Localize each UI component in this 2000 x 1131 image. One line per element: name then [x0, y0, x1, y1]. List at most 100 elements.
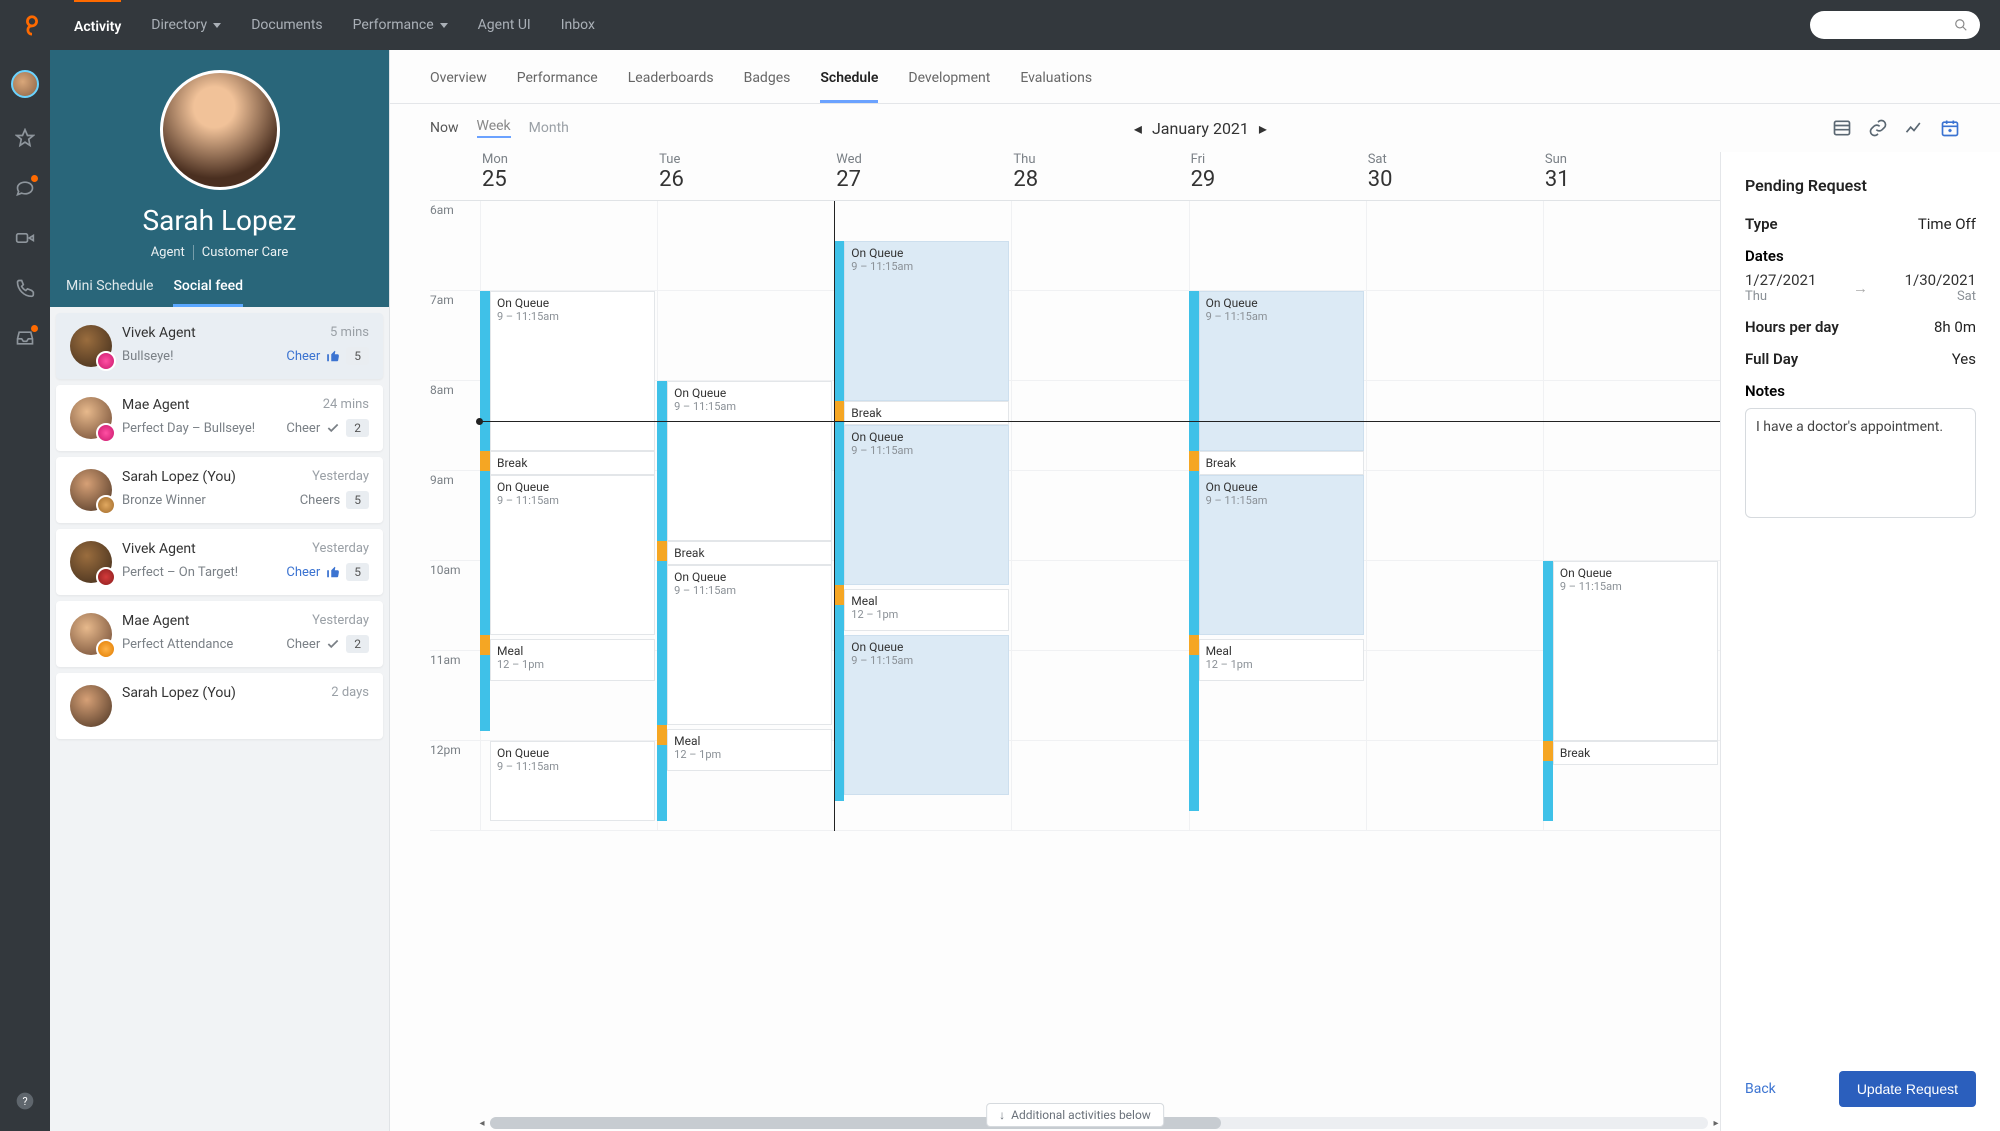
cheer-button[interactable]: Cheer: [286, 421, 320, 436]
cheer-count: 2: [346, 419, 369, 437]
calendar-add-icon[interactable]: [1940, 118, 1960, 138]
now-indicator: [480, 421, 1720, 422]
view-month[interactable]: Month: [529, 120, 569, 136]
profile-sidebar: Sarah Lopez AgentCustomer Care Mini Sche…: [50, 50, 390, 1131]
event-on-queue[interactable]: On Queue9 – 11:15am: [490, 291, 655, 451]
feed-time: 5 mins: [330, 325, 369, 341]
feed-item[interactable]: Sarah Lopez (You)2 days: [56, 673, 383, 739]
cheer-button[interactable]: Cheer: [286, 637, 320, 652]
calendar-scroll[interactable]: 6am7am8am9am10am11am12pm On Queue9 – 11:…: [430, 201, 1720, 1131]
cheer-button[interactable]: Cheer: [286, 565, 320, 580]
event-marker: [657, 725, 667, 745]
next-month-icon[interactable]: ▸: [1259, 119, 1267, 138]
left-rail: ?: [0, 50, 50, 1131]
event-on-queue[interactable]: On Queue9 – 11:15am: [490, 741, 655, 821]
event-on-queue[interactable]: On Queue9 – 11:15am: [667, 565, 832, 725]
feed-name: Mae Agent: [122, 397, 189, 413]
day-header: Fri29: [1189, 152, 1366, 192]
event-break[interactable]: Break: [667, 541, 832, 565]
nav-directory[interactable]: Directory: [151, 17, 221, 33]
event-marker: [480, 635, 490, 655]
cheer-button[interactable]: Cheers: [300, 493, 341, 508]
additional-activities[interactable]: ↓Additional activities below: [986, 1103, 1164, 1127]
update-request-button[interactable]: Update Request: [1839, 1071, 1976, 1107]
tab-leaderboards[interactable]: Leaderboards: [628, 70, 714, 103]
tab-development[interactable]: Development: [908, 70, 990, 103]
link-icon[interactable]: [1868, 118, 1888, 138]
feed-time: Yesterday: [312, 613, 369, 629]
achievement-badge: [96, 423, 116, 443]
feed-name: Vivek Agent: [122, 325, 196, 341]
now-button[interactable]: Now: [430, 120, 459, 136]
tab-performance[interactable]: Performance: [517, 70, 598, 103]
event-break[interactable]: Break: [490, 451, 655, 475]
help-icon[interactable]: ?: [15, 1091, 35, 1111]
event-marker: [1543, 741, 1553, 761]
trend-icon[interactable]: [1904, 118, 1924, 138]
subtab-social-feed[interactable]: Social feed: [173, 278, 243, 307]
nav-inbox[interactable]: Inbox: [561, 17, 595, 33]
social-feed[interactable]: Vivek Agent5 mins Bullseye! Cheer5 Mae A…: [50, 307, 389, 1131]
event-on-queue[interactable]: On Queue9 – 11:15am: [1199, 291, 1364, 451]
star-icon[interactable]: [15, 128, 35, 148]
notes-textarea[interactable]: [1745, 408, 1976, 518]
subtab-mini-schedule[interactable]: Mini Schedule: [66, 278, 153, 307]
feed-item[interactable]: Vivek Agent5 mins Bullseye! Cheer5: [56, 313, 383, 379]
tab-badges[interactable]: Badges: [744, 70, 791, 103]
feed-item[interactable]: Sarah Lopez (You)Yesterday Bronze Winner…: [56, 457, 383, 523]
chat-icon[interactable]: [15, 178, 35, 198]
event-on-queue[interactable]: On Queue9 – 11:15am: [667, 381, 832, 541]
nav-performance[interactable]: Performance: [353, 17, 448, 33]
event-break[interactable]: Break: [1553, 741, 1718, 765]
app-logo[interactable]: [20, 13, 44, 37]
phone-icon[interactable]: [15, 278, 35, 298]
event-break[interactable]: Break: [1199, 451, 1364, 475]
day-header: Wed27: [834, 152, 1011, 192]
event-on-queue[interactable]: On Queue9 – 11:15am: [844, 425, 1009, 585]
event-on-queue[interactable]: On Queue9 – 11:15am: [1553, 561, 1718, 741]
video-icon[interactable]: [15, 228, 35, 248]
event-meal[interactable]: Meal12 – 1pm: [844, 589, 1009, 631]
feed-message: Perfect – On Target!: [122, 565, 238, 580]
feed-item[interactable]: Mae AgentYesterday Perfect Attendance Ch…: [56, 601, 383, 667]
back-button[interactable]: Back: [1745, 1081, 1776, 1097]
nav-activity[interactable]: Activity: [74, 0, 121, 49]
event-on-queue[interactable]: On Queue9 – 11:15am: [490, 475, 655, 635]
chevron-down-icon: [440, 23, 448, 28]
cheer-button[interactable]: Cheer: [286, 349, 320, 364]
event-meal[interactable]: Meal12 – 1pm: [667, 729, 832, 771]
cheer-count: 5: [346, 347, 369, 365]
event-meal[interactable]: Meal12 – 1pm: [1199, 639, 1364, 681]
nav-agent-ui[interactable]: Agent UI: [478, 17, 531, 33]
hour-label: 11am: [430, 651, 480, 740]
achievement-badge: [96, 495, 116, 515]
feed-avatar: [70, 397, 112, 439]
month-title: January 2021: [1152, 119, 1249, 138]
event-marker: [834, 585, 844, 605]
rail-avatar[interactable]: [11, 70, 39, 98]
chevron-down-icon: [213, 23, 221, 28]
list-view-icon[interactable]: [1832, 118, 1852, 138]
feed-item[interactable]: Vivek AgentYesterday Perfect – On Target…: [56, 529, 383, 595]
tab-evaluations[interactable]: Evaluations: [1020, 70, 1092, 103]
prev-month-icon[interactable]: ◂: [1134, 119, 1142, 138]
event-on-queue[interactable]: On Queue9 – 11:15am: [844, 635, 1009, 795]
cheer-count: 2: [346, 635, 369, 653]
feed-item[interactable]: Mae Agent24 mins Perfect Day – Bullseye!…: [56, 385, 383, 451]
inbox-icon[interactable]: [15, 328, 35, 348]
search-icon: [1954, 18, 1968, 32]
profile-avatar: [160, 70, 280, 190]
svg-text:?: ?: [22, 1095, 27, 1108]
event-meal[interactable]: Meal12 – 1pm: [490, 639, 655, 681]
view-week[interactable]: Week: [477, 118, 511, 138]
hour-label: 9am: [430, 471, 480, 560]
day-header: Sat30: [1366, 152, 1543, 192]
tab-schedule[interactable]: Schedule: [820, 70, 878, 103]
nav-documents[interactable]: Documents: [251, 17, 322, 33]
day-header: Tue26: [657, 152, 834, 192]
event-on-queue[interactable]: On Queue9 – 11:15am: [844, 241, 1009, 401]
search-input[interactable]: [1810, 11, 1980, 39]
tab-overview[interactable]: Overview: [430, 70, 487, 103]
event-on-queue[interactable]: On Queue9 – 11:15am: [1199, 475, 1364, 635]
hour-label: 7am: [430, 291, 480, 380]
